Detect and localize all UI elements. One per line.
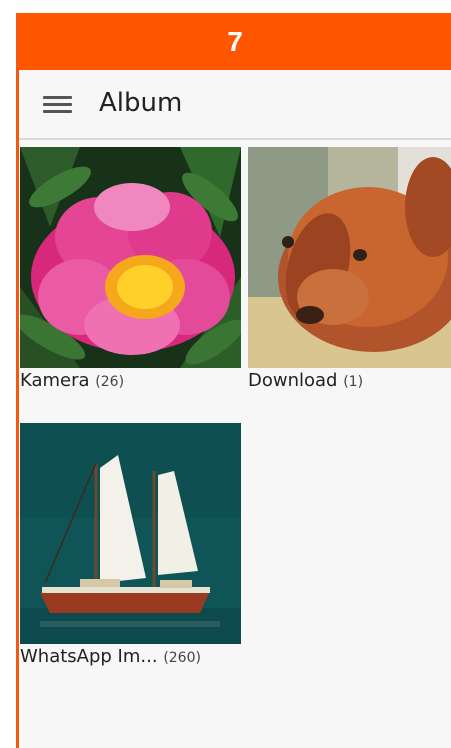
- album-label: WhatsApp Im... (260): [20, 646, 241, 667]
- app-bar: Album: [19, 70, 451, 140]
- album-kamera[interactable]: Kamera (26): [20, 147, 241, 391]
- menu-line: [43, 110, 72, 113]
- album-count: (260): [163, 650, 201, 666]
- menu-line: [43, 96, 72, 99]
- album-name: WhatsApp Im...: [20, 646, 158, 667]
- album-name: Download: [248, 370, 338, 391]
- hamburger-menu-icon[interactable]: [43, 94, 72, 116]
- album-label: Download (1): [248, 370, 451, 391]
- album-thumbnail-sailboat: [20, 423, 241, 644]
- album-download[interactable]: Download (1): [248, 147, 451, 391]
- menu-line: [43, 103, 72, 106]
- album-label: Kamera (26): [20, 370, 241, 391]
- status-number: 7: [227, 25, 243, 57]
- album-whatsapp-images[interactable]: WhatsApp Im... (260): [20, 423, 241, 667]
- album-name: Kamera: [20, 370, 90, 391]
- album-thumbnail-puppy: [248, 147, 451, 368]
- album-count: (1): [343, 374, 364, 390]
- page-title: Album: [99, 88, 183, 118]
- app-frame: 7 Album Kamera (26) Download (1) WhatsAp…: [16, 13, 451, 748]
- status-banner: 7: [19, 13, 451, 70]
- album-thumbnail-flower: [20, 147, 241, 368]
- album-count: (26): [95, 374, 125, 390]
